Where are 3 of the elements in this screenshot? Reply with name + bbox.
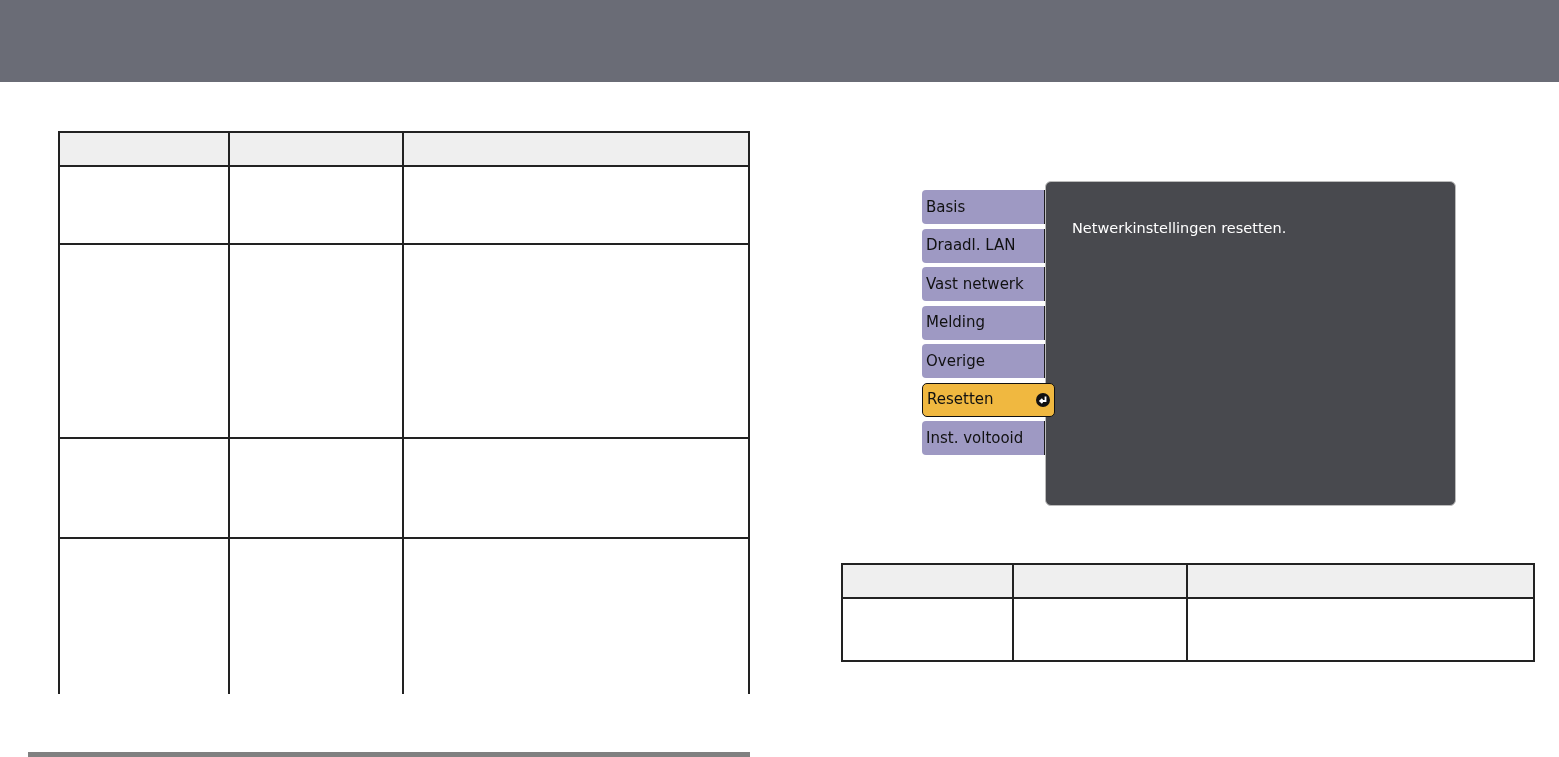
menu-tab[interactable]: Resetten bbox=[922, 382, 1055, 417]
enter-icon bbox=[1036, 392, 1050, 407]
menu-message: Netwerkinstellingen resetten. bbox=[1072, 219, 1288, 238]
